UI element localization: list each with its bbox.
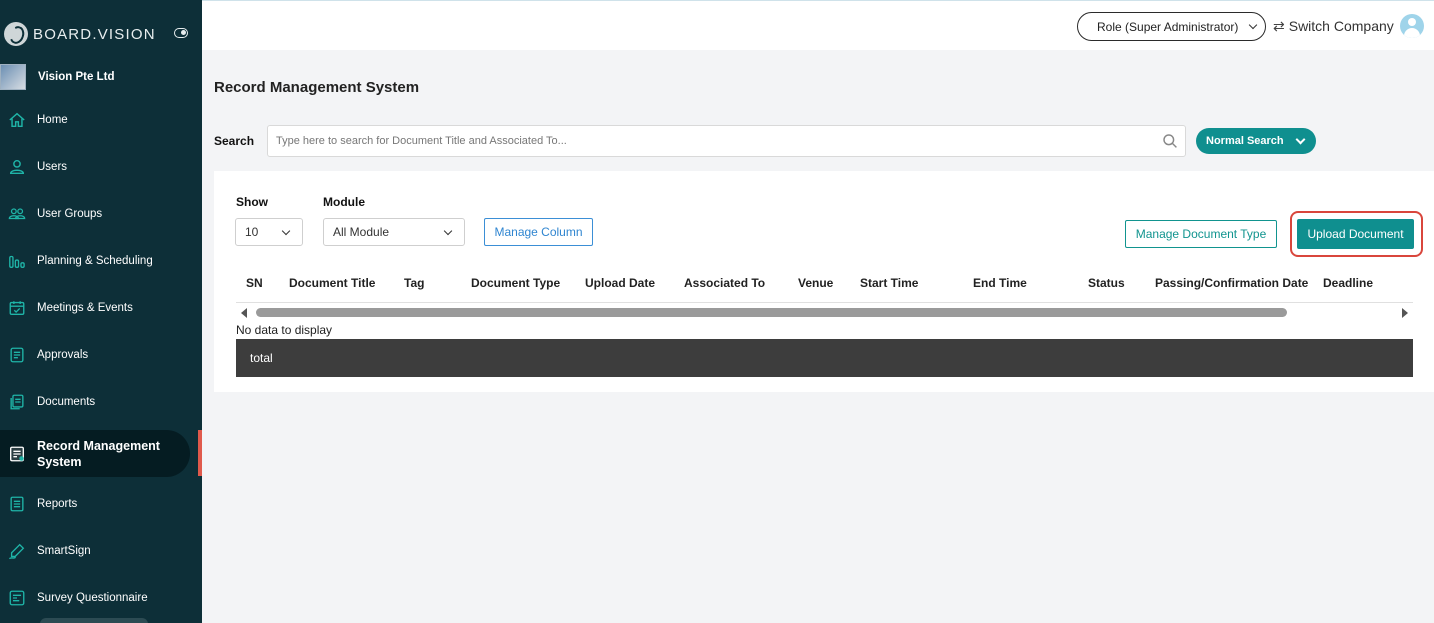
table-header-divider xyxy=(236,302,1413,303)
chevron-down-icon xyxy=(443,226,453,236)
column-header-tag[interactable]: Tag xyxy=(404,276,424,290)
column-header-end-time[interactable]: End Time xyxy=(973,276,1027,290)
manage-document-type-button[interactable]: Manage Document Type xyxy=(1125,220,1277,248)
column-header-sn[interactable]: SN xyxy=(246,276,263,290)
active-item-marker xyxy=(198,430,202,476)
column-header-status[interactable]: Status xyxy=(1088,276,1125,290)
user-group-icon xyxy=(8,205,26,223)
sidebar-item-label: User Groups xyxy=(37,207,103,220)
search-mode-label: Normal Search xyxy=(1206,135,1284,147)
search-icon[interactable] xyxy=(1162,133,1178,149)
module-select[interactable]: All Module xyxy=(323,218,465,246)
column-header-document-title[interactable]: Document Title xyxy=(289,276,375,290)
column-header-start-time[interactable]: Start Time xyxy=(860,276,918,290)
sidebar-item-approvals[interactable]: Approvals xyxy=(0,331,202,378)
sidebar-item-label: Approvals xyxy=(37,348,89,361)
sidebar-item-planning-scheduling[interactable]: Planning & Scheduling xyxy=(0,237,202,284)
sidebar-toggle-icon[interactable] xyxy=(174,28,188,38)
column-header-associated-to[interactable]: Associated To xyxy=(684,276,765,290)
role-select[interactable]: Role (Super Administrator) xyxy=(1077,12,1266,41)
sidebar-item-users[interactable]: Users xyxy=(0,143,202,190)
user-icon xyxy=(8,158,26,176)
sidebar-item-record-management-system[interactable]: Record Management System xyxy=(0,430,202,477)
bar-chart-icon xyxy=(8,252,26,270)
show-label: Show xyxy=(236,195,268,209)
total-label: total xyxy=(250,351,273,365)
sidebar-item-label: Home xyxy=(37,113,68,126)
brand: BOARD.VISION xyxy=(4,22,198,46)
chevron-down-icon xyxy=(1248,20,1258,30)
column-header-venue[interactable]: Venue xyxy=(798,276,833,290)
brand-name: BOARD.VISION xyxy=(33,25,156,43)
scroll-right-arrow-icon[interactable] xyxy=(1402,308,1408,318)
column-header-deadline[interactable]: Deadline xyxy=(1323,276,1373,290)
report-icon xyxy=(8,495,26,513)
sidebar-item-survey-questionnaire[interactable]: Survey Questionnaire xyxy=(0,574,202,621)
role-select-value: Role (Super Administrator) xyxy=(1097,19,1239,34)
column-header-upload-date[interactable]: Upload Date xyxy=(585,276,655,290)
sidebar-bottom-button[interactable] xyxy=(40,618,148,623)
sidebar-item-label: Meetings & Events xyxy=(37,301,133,314)
page-size-select[interactable]: 10 xyxy=(235,218,303,246)
chevron-down-icon xyxy=(1295,134,1306,145)
scroll-left-arrow-icon[interactable] xyxy=(241,308,247,318)
empty-table-message: No data to display xyxy=(236,323,333,337)
sidebar-item-reports[interactable]: Reports xyxy=(0,480,202,527)
calendar-icon xyxy=(8,299,26,317)
search-input[interactable] xyxy=(267,125,1186,157)
sidebar-item-meetings-events[interactable]: Meetings & Events xyxy=(0,284,202,331)
survey-icon xyxy=(8,589,26,607)
home-icon xyxy=(8,111,26,129)
sidebar: BOARD.VISION Vision Pte Ltd Home Users U… xyxy=(0,0,202,623)
chevron-down-icon xyxy=(281,226,291,236)
sidebar-item-label: Survey Questionnaire xyxy=(37,591,148,604)
sidebar-item-label: Reports xyxy=(37,497,78,510)
switch-arrows-icon: ⇄ xyxy=(1273,17,1285,34)
company-logo xyxy=(0,64,26,90)
document-icon xyxy=(8,346,26,364)
company-name: Vision Pte Ltd xyxy=(38,71,115,83)
horizontal-scrollbar[interactable] xyxy=(256,308,1287,317)
sidebar-item-documents[interactable]: Documents xyxy=(0,378,202,425)
manage-column-button[interactable]: Manage Column xyxy=(484,218,593,246)
brand-logo-icon xyxy=(4,22,28,46)
search-label: Search xyxy=(214,134,255,148)
upload-document-button[interactable]: Upload Document xyxy=(1297,219,1414,249)
column-header-passing-confirmation-date[interactable]: Passing/Confirmation Date xyxy=(1155,276,1308,290)
switch-company-button[interactable]: ⇄ Switch Company xyxy=(1273,16,1394,36)
sidebar-item-label: Documents xyxy=(37,395,96,408)
sidebar-item-label: Users xyxy=(37,160,68,173)
sidebar-item-home[interactable]: Home xyxy=(0,96,202,143)
sidebar-item-label: Planning & Scheduling xyxy=(37,254,153,267)
search-mode-dropdown[interactable]: Normal Search xyxy=(1196,128,1316,154)
table-total-row: total xyxy=(236,339,1413,377)
sidebar-item-user-groups[interactable]: User Groups xyxy=(0,190,202,237)
pen-icon xyxy=(8,542,26,560)
avatar[interactable] xyxy=(1400,14,1424,38)
module-label: Module xyxy=(323,195,365,209)
topbar: Role (Super Administrator) ⇄ Switch Comp… xyxy=(202,0,1434,50)
switch-company-label: Switch Company xyxy=(1288,18,1394,34)
page-title: Record Management System xyxy=(214,79,420,96)
sidebar-item-label: SmartSign xyxy=(37,544,91,557)
sidebar-item-smartsign[interactable]: SmartSign xyxy=(0,527,202,574)
documents-icon xyxy=(8,393,26,411)
column-header-document-type[interactable]: Document Type xyxy=(471,276,560,290)
page-size-value: 10 xyxy=(245,225,259,239)
module-value: All Module xyxy=(333,225,390,239)
sidebar-item-label: Record Management System xyxy=(37,438,160,469)
company[interactable]: Vision Pte Ltd xyxy=(0,63,202,91)
record-icon xyxy=(8,445,26,463)
